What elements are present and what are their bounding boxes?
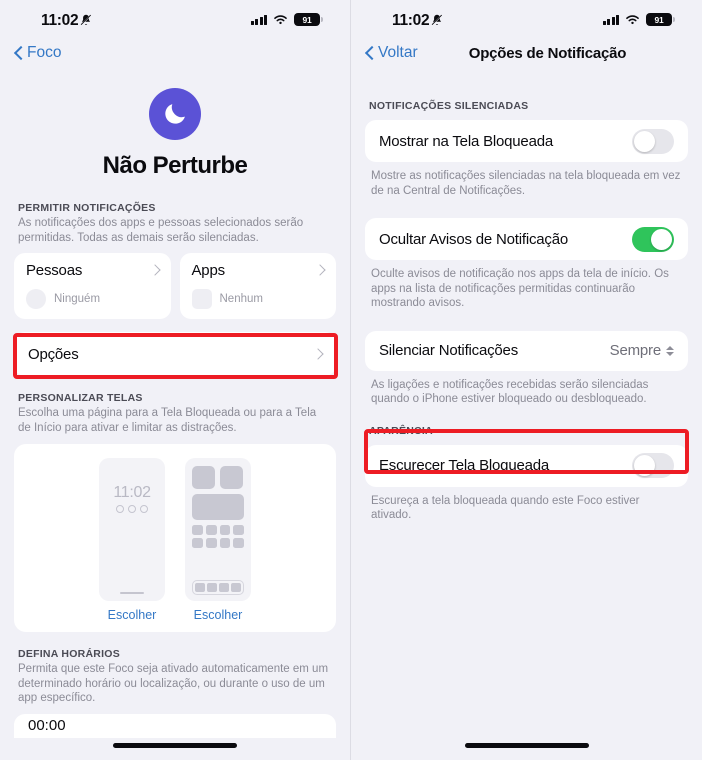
status-bar-right: 11:02 91 [351, 0, 702, 40]
wifi-icon [626, 14, 639, 24]
lock-preview-widgets [99, 505, 165, 513]
silenced-notifications-header: NOTIFICAÇÕES SILENCIADAS [369, 100, 529, 112]
battery-level: 91 [654, 14, 664, 25]
status-indicators: 91 [250, 13, 323, 26]
screen-previews-card: 11:02 Escolher Escolher [14, 444, 336, 632]
chevron-left-icon [365, 46, 374, 61]
schedule-header: DEFINA HORÁRIOS [18, 648, 120, 660]
allow-notifications-subtitle: As notificações dos apps e pessoas selec… [18, 217, 304, 244]
apps-card-label: Apps [191, 261, 226, 279]
hide-notification-badges-row[interactable]: Ocultar Avisos de Notificação [365, 218, 688, 260]
dim-lock-screen-footnote: Escureça a tela bloqueada quando este Fo… [371, 494, 640, 522]
status-bar-left: 11:02 91 [0, 0, 350, 40]
nav-bar-right: Voltar Opções de Notificação [351, 40, 702, 76]
mute-notifications-label: Silenciar Notificações [379, 342, 518, 359]
mute-notifications-row[interactable]: Silenciar Notificações Sempre [365, 330, 688, 371]
customize-screens-header: PERSONALIZAR TELAS [18, 392, 143, 404]
show-on-lock-screen-label: Mostrar na Tela Bloqueada [379, 132, 554, 150]
dim-lock-screen-toggle[interactable] [632, 453, 674, 478]
home-preview-widgets [192, 466, 244, 489]
apps-card[interactable]: Apps Nenhum [179, 253, 336, 319]
right-phone-screen: 11:02 91 Voltar Opções de Notificação NO… [351, 0, 702, 760]
home-indicator [113, 743, 237, 748]
allow-notifications-header: PERMITIR NOTIFICAÇÕES [18, 202, 156, 214]
bell-slash-icon [431, 14, 443, 26]
lock-screen-preview[interactable]: 11:02 Escolher [99, 458, 165, 622]
battery-indicator: 91 [646, 13, 675, 26]
battery-level: 91 [302, 14, 312, 25]
crescent-moon-icon [149, 88, 201, 140]
home-choose-button[interactable]: Escolher [185, 608, 251, 622]
chevron-up-down-icon [666, 345, 674, 356]
dual-screenshot-container: 11:02 91 Foco Não Perturbe PERMITIR NOTI… [0, 0, 702, 760]
show-on-lock-screen-toggle[interactable] [632, 128, 674, 154]
home-indicator [464, 743, 589, 748]
dim-lock-screen-row[interactable]: Escurecer Tela Bloqueada [365, 444, 688, 487]
schedule-subtitle: Permita que este Foco seja ativado autom… [18, 663, 329, 704]
customize-screens-subtitle: Escolha uma página para a Tela Bloqueada… [18, 407, 317, 434]
page-title: Não Perturbe [102, 152, 248, 179]
options-row-label: Opções [28, 345, 79, 363]
schedule-time-value: 00:00 [28, 716, 66, 734]
home-indicator-preview [120, 591, 144, 594]
back-button-label: Foco [27, 44, 62, 61]
mute-notifications-value-control[interactable]: Sempre [610, 342, 674, 359]
mute-notifications-footnote: As ligações e notificações recebidas ser… [371, 378, 649, 406]
people-card-label: Pessoas [26, 261, 83, 279]
mute-notifications-value: Sempre [609, 342, 662, 359]
options-row[interactable]: Opções [14, 332, 336, 376]
lock-preview-time: 11:02 [113, 484, 151, 501]
chevron-right-icon [148, 264, 161, 276]
cellular-signal-icon [250, 14, 267, 25]
back-button-foco[interactable]: Foco [14, 44, 61, 62]
focus-hero: Não Perturbe [0, 76, 350, 180]
battery-indicator: 91 [294, 13, 323, 26]
home-preview-wide-widget [192, 494, 244, 520]
bell-slash-icon [80, 14, 92, 26]
hide-notification-badges-label: Ocultar Avisos de Notificação [379, 230, 569, 248]
home-preview-dock [192, 580, 244, 595]
allow-cards-pair: Pessoas Ninguém Apps Nenhum [14, 253, 336, 319]
show-on-lock-screen-row[interactable]: Mostrar na Tela Bloqueada [365, 120, 688, 162]
hide-notification-badges-footnote: Oculte avisos de notificação nos apps da… [371, 268, 669, 309]
chevron-left-icon [14, 46, 23, 61]
status-time: 11:02 [392, 12, 430, 29]
left-phone-screen: 11:02 91 Foco Não Perturbe PERMITIR NOTI… [0, 0, 351, 760]
nav-title: Opções de Notificação [468, 45, 627, 62]
chevron-right-icon [314, 264, 326, 276]
chevron-right-icon [312, 348, 324, 360]
hide-notification-badges-toggle[interactable] [632, 226, 674, 252]
home-preview-app-grid [192, 525, 244, 548]
app-placeholder-icon [191, 289, 212, 309]
home-screen-preview[interactable]: Escolher [185, 458, 251, 622]
cellular-signal-icon [602, 14, 619, 25]
show-on-lock-screen-footnote: Mostre as notificações silenciadas na te… [371, 170, 681, 197]
dim-lock-screen-label: Escurecer Tela Bloqueada [379, 457, 550, 474]
people-card-value: Ninguém [54, 293, 101, 305]
apps-card-value: Nenhum [219, 293, 263, 305]
nav-bar-left: Foco [0, 40, 350, 76]
appearance-header: APARÊNCIA [369, 424, 433, 437]
schedule-partial-row[interactable]: 00:00 [14, 713, 336, 738]
status-time: 11:02 [41, 12, 79, 29]
lock-choose-button[interactable]: Escolher [99, 608, 165, 622]
wifi-icon [274, 14, 287, 24]
people-card[interactable]: Pessoas Ninguém [14, 253, 171, 319]
status-indicators: 91 [602, 13, 675, 26]
person-placeholder-icon [26, 289, 46, 309]
